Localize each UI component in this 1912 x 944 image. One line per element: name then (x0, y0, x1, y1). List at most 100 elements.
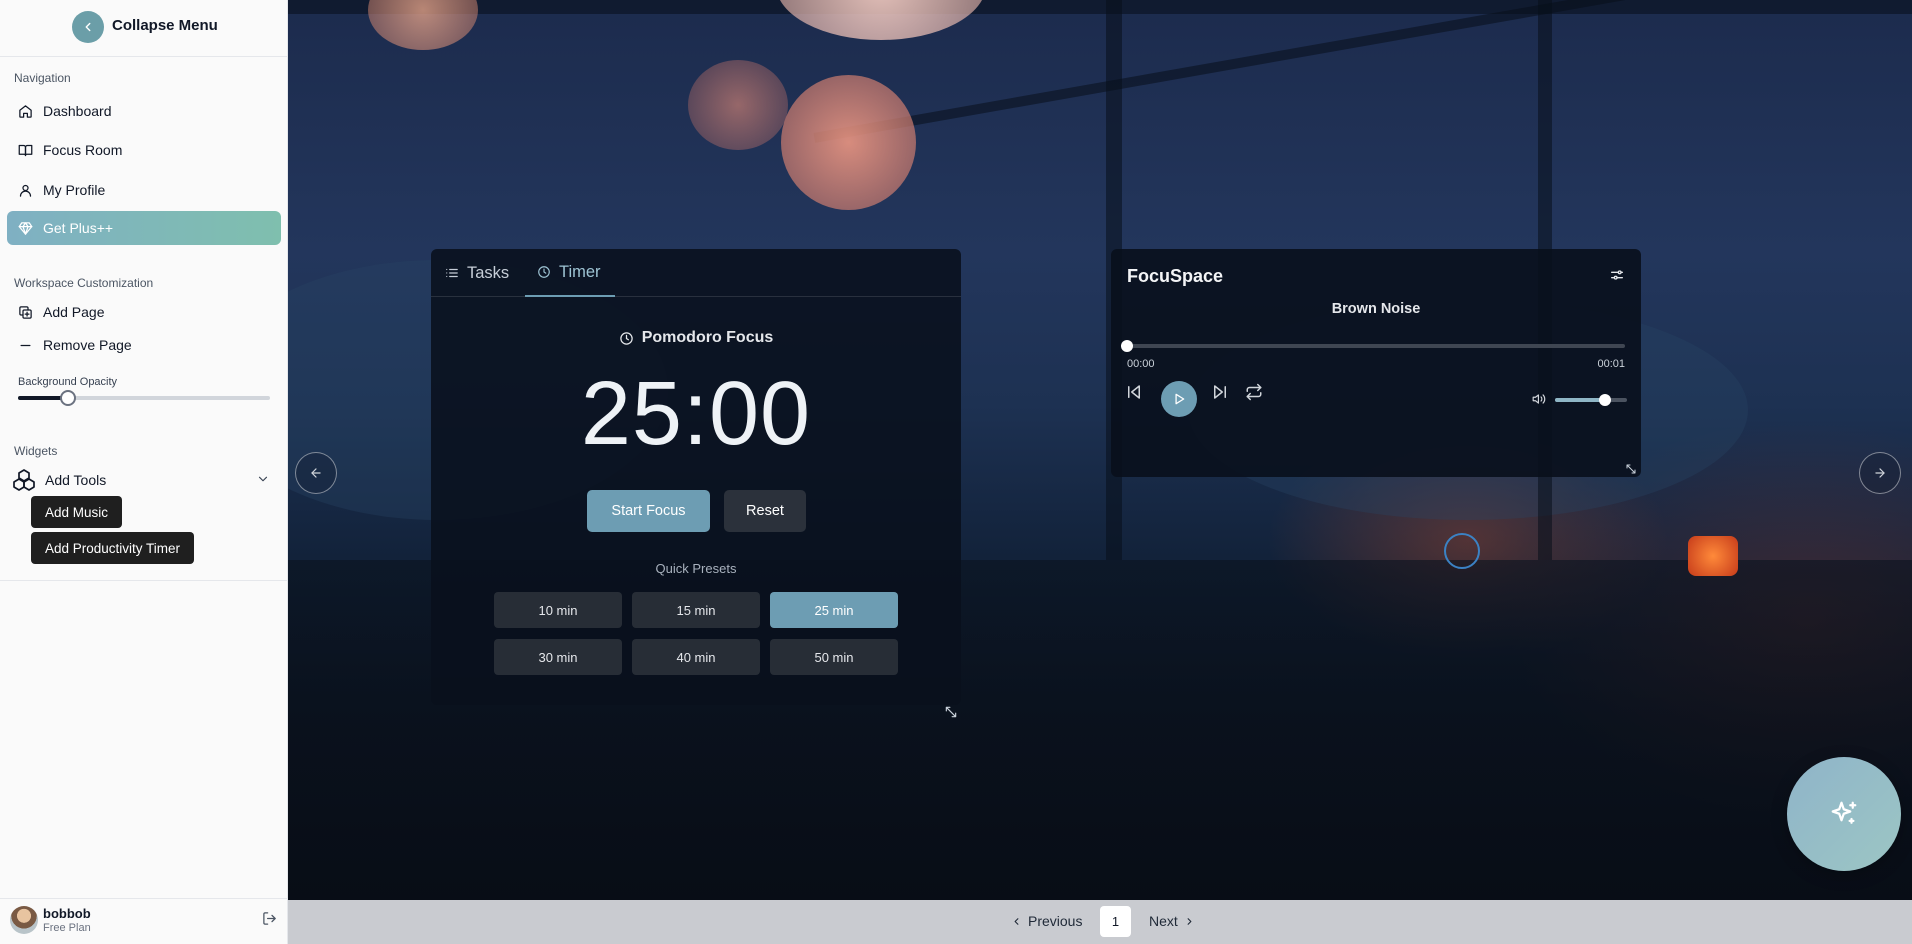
chevron-right-icon (1184, 916, 1195, 927)
user-icon (15, 180, 35, 200)
chevron-left-icon[interactable] (72, 11, 104, 43)
minus-icon (15, 335, 35, 355)
navigation-heading: Navigation (14, 71, 71, 85)
chevron-left-icon (1011, 916, 1022, 927)
home-icon (15, 101, 35, 121)
remove-page-button[interactable]: Remove Page (7, 328, 281, 362)
user-plan: Free Plan (43, 922, 91, 934)
add-page-button[interactable]: Add Page (7, 295, 281, 329)
preset-40-min[interactable]: 40 min (632, 639, 760, 675)
nav-item-my-profile[interactable]: My Profile (7, 173, 281, 207)
gem-icon (15, 218, 35, 238)
playback-progress-bar[interactable] (1121, 340, 1625, 352)
remove-page-label: Remove Page (43, 337, 132, 353)
pomodoro-heading-text: Pomodoro Focus (641, 329, 774, 346)
nav-item-get-plus[interactable]: Get Plus++ (7, 211, 281, 245)
collapse-menu-label[interactable]: Collapse Menu (112, 17, 218, 34)
add-tools-toggle[interactable]: Add Tools (12, 465, 276, 495)
quick-presets-label: Quick Presets (655, 561, 737, 576)
user-name: bobbob (43, 906, 91, 921)
copy-plus-icon (15, 302, 35, 322)
play-icon (1172, 392, 1186, 406)
timer-widget-tabs: Tasks Timer (431, 249, 961, 297)
workspace-customization-heading: Workspace Customization (14, 276, 154, 290)
tab-tasks[interactable]: Tasks (445, 249, 509, 297)
skip-forward-icon[interactable] (1211, 383, 1229, 401)
pomodoro-heading: Pomodoro Focus (431, 329, 961, 347)
current-time: 00:00 (1127, 358, 1155, 370)
add-tools-label: Add Tools (45, 472, 107, 488)
repeat-icon[interactable] (1245, 383, 1263, 401)
ai-assistant-button[interactable] (1787, 757, 1901, 871)
play-button[interactable] (1161, 381, 1197, 417)
book-open-icon (15, 140, 35, 160)
tab-label: Timer (559, 262, 601, 281)
hanging-lamp (368, 0, 478, 50)
nav-item-label: My Profile (43, 182, 106, 198)
hanging-lamp (781, 75, 916, 210)
list-icon (445, 266, 459, 280)
decorative-ring (1444, 533, 1480, 569)
sidebar: Collapse Menu Navigation Dashboard Focus… (0, 0, 288, 944)
music-widget-title: FocuSpace (1127, 266, 1224, 286)
previous-scene-button[interactable] (295, 452, 337, 494)
start-focus-button[interactable]: Start Focus (587, 490, 710, 532)
sliders-icon[interactable] (1609, 267, 1625, 288)
arrow-left-icon (309, 466, 323, 480)
track-name: Brown Noise (1331, 301, 1421, 317)
slider-thumb[interactable] (60, 390, 77, 406)
previous-page-button[interactable]: Previous (1011, 913, 1082, 929)
preset-10-min[interactable]: 10 min (494, 592, 622, 628)
volume-icon[interactable] (1532, 392, 1546, 411)
next-page-button[interactable]: Next (1149, 913, 1195, 929)
clock-icon (537, 265, 551, 279)
current-page[interactable]: 1 (1100, 906, 1131, 937)
nav-item-label: Focus Room (43, 142, 123, 158)
background-opacity-slider[interactable] (18, 390, 270, 406)
previous-label: Previous (1028, 913, 1083, 929)
sparkles-icon (1829, 799, 1859, 829)
add-productivity-timer-button[interactable]: Add Productivity Timer (31, 532, 195, 564)
nav-item-dashboard[interactable]: Dashboard (7, 94, 281, 128)
volume-slider[interactable] (1555, 394, 1627, 406)
boxes-icon (12, 468, 36, 492)
progress-thumb[interactable] (1121, 340, 1133, 352)
logout-icon[interactable] (262, 911, 277, 931)
next-scene-button[interactable] (1859, 452, 1901, 494)
background-opacity-label: Background Opacity (18, 376, 118, 388)
resize-handle-icon[interactable] (1625, 462, 1637, 480)
resize-handle-icon[interactable] (944, 705, 958, 724)
arrow-right-icon (1873, 466, 1887, 480)
nav-item-label: Get Plus++ (43, 220, 114, 236)
user-profile[interactable]: bobbob Free Plan (0, 898, 288, 944)
preset-50-min[interactable]: 50 min (770, 639, 898, 675)
track-duration: 00:01 (1597, 358, 1625, 370)
nav-item-focus-room[interactable]: Focus Room (7, 133, 281, 167)
tab-timer[interactable]: Timer (525, 249, 615, 297)
avatar[interactable] (10, 906, 38, 934)
nav-item-label: Dashboard (43, 103, 112, 119)
preset-30-min[interactable]: 30 min (494, 639, 622, 675)
volume-thumb[interactable] (1599, 394, 1612, 406)
hanging-lamp (776, 0, 986, 40)
heater-glow (1688, 536, 1738, 576)
volume-fill (1555, 398, 1606, 402)
music-widget: FocuSpace Brown Noise 00:00 00:01 (1111, 249, 1641, 477)
sidebar-divider (0, 580, 288, 581)
collapse-menu-row[interactable]: Collapse Menu (0, 0, 288, 57)
preset-25-min[interactable]: 25 min (770, 592, 898, 628)
tab-label: Tasks (467, 263, 510, 282)
chevron-down-icon (256, 472, 270, 489)
window-frame (288, 0, 1912, 14)
add-page-label: Add Page (43, 304, 105, 320)
add-music-button[interactable]: Add Music (31, 496, 123, 528)
next-label: Next (1149, 913, 1178, 929)
clock-icon (619, 331, 634, 346)
skip-back-icon[interactable] (1125, 383, 1143, 401)
preset-15-min[interactable]: 15 min (632, 592, 760, 628)
timer-widget: Tasks Timer Pomodoro Focus 25:00 Start F… (431, 249, 961, 705)
reset-button[interactable]: Reset (724, 490, 806, 532)
widgets-heading: Widgets (14, 444, 58, 458)
hanging-lamp (688, 60, 788, 150)
timer-display: 25:00 (580, 364, 812, 464)
